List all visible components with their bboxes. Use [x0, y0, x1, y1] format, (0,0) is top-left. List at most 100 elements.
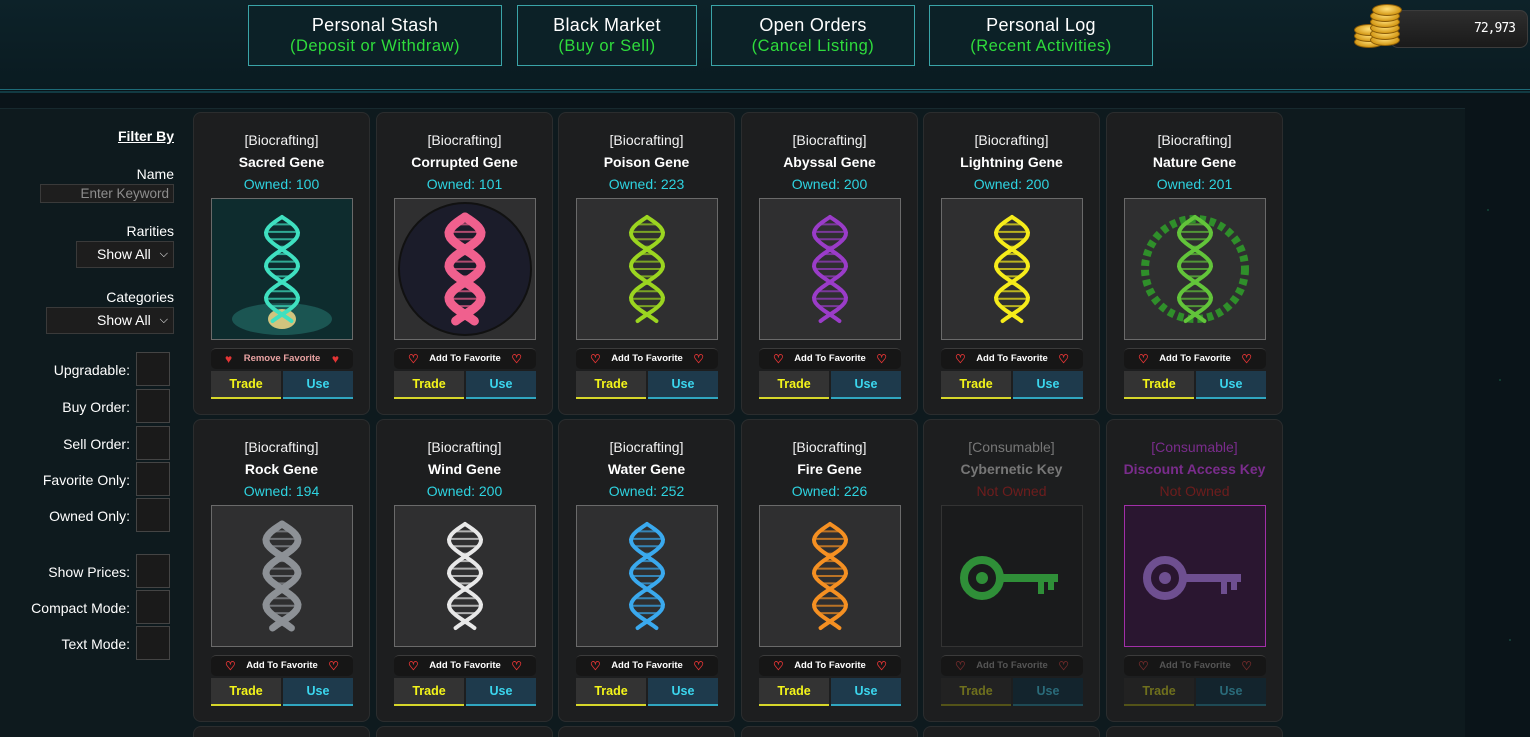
item-actions: Trade Use — [394, 678, 536, 706]
use-button[interactable]: Use — [283, 371, 353, 399]
trade-button[interactable]: Trade — [759, 371, 829, 399]
favorite-label: Add To Favorite — [794, 660, 866, 671]
favorite-toggle-button[interactable]: ♡ Add To Favorite ♡ — [1124, 348, 1266, 369]
item-category: [Biocrafting] — [792, 132, 867, 148]
favorite-toggle-button[interactable]: ♡ Add To Favorite ♡ — [941, 655, 1083, 676]
rarities-select[interactable]: Show All ⌵ — [76, 241, 174, 268]
owned-only-checkbox[interactable] — [136, 498, 170, 532]
compact-mode-checkbox[interactable] — [136, 590, 170, 624]
use-button[interactable]: Use — [466, 371, 536, 399]
item-card: [Biocrafting] Corrupted Gene Owned: 101 ♡ Ad… — [376, 112, 553, 415]
categories-select[interactable]: Show All ⌵ — [46, 307, 174, 334]
filter-sidebar: Filter By Name Rarities Show All ⌵ Categ… — [0, 108, 190, 737]
item-owned-count: Owned: 200 — [426, 483, 503, 499]
item-actions: Trade Use — [576, 371, 718, 399]
nav-open-orders-button[interactable]: Open Orders (Cancel Listing) — [711, 5, 915, 66]
favorite-label: Add To Favorite — [976, 353, 1048, 364]
favorite-toggle-button[interactable]: ♡ Add To Favorite ♡ — [211, 655, 353, 676]
item-card: [Biocrafting] Wind Gene Owned: 200 ♡ Add To … — [376, 419, 553, 722]
use-button[interactable]: Use — [831, 678, 901, 706]
heart-icon: ♡ — [693, 659, 704, 673]
item-category: [Biocrafting] — [244, 132, 319, 148]
trade-button[interactable]: Trade — [1124, 371, 1194, 399]
text-mode-checkbox[interactable] — [136, 626, 170, 660]
filter-title: Filter By — [117, 128, 174, 144]
text-mode-filter: Text Mode: — [0, 626, 172, 660]
item-card — [558, 726, 735, 737]
heart-icon: ♥ — [331, 352, 339, 366]
favorite-toggle-button[interactable]: ♡ Add To Favorite ♡ — [759, 655, 901, 676]
favorite-toggle-button[interactable]: ♡ Add To Favorite ♡ — [576, 348, 718, 369]
use-button[interactable]: Use — [648, 678, 718, 706]
item-owned-count: Owned: 201 — [1156, 176, 1233, 192]
favorite-toggle-button[interactable]: ♡ Add To Favorite ♡ — [1124, 655, 1266, 676]
buy-order-checkbox[interactable] — [136, 389, 170, 423]
heart-icon: ♡ — [511, 659, 522, 673]
trade-button[interactable]: Trade — [941, 678, 1011, 706]
favorite-toggle-button[interactable]: ♡ Add To Favorite ♡ — [394, 348, 536, 369]
favorite-label: Add To Favorite — [429, 660, 501, 671]
trade-button[interactable]: Trade — [1124, 678, 1194, 706]
heart-icon: ♡ — [408, 659, 419, 673]
heart-icon: ♡ — [1138, 659, 1149, 673]
favorite-label: Add To Favorite — [794, 353, 866, 364]
use-button[interactable]: Use — [1013, 371, 1083, 399]
favorite-toggle-button[interactable]: ♥ Remove Favorite ♥ — [211, 348, 353, 369]
item-actions: Trade Use — [1124, 678, 1266, 706]
nav-personal-stash-button[interactable]: Personal Stash (Deposit or Withdraw) — [248, 5, 502, 66]
favorite-only-filter: Favorite Only: — [0, 462, 172, 496]
favorite-label: Add To Favorite — [1159, 353, 1231, 364]
item-name: Abyssal Gene — [783, 154, 876, 170]
checkbox-label: Favorite Only: — [42, 472, 130, 488]
cybernetic-key-icon — [941, 505, 1083, 647]
nav-title: Open Orders — [759, 15, 867, 35]
favorite-toggle-button[interactable]: ♡ Add To Favorite ♡ — [941, 348, 1083, 369]
favorite-toggle-button[interactable]: ♡ Add To Favorite ♡ — [576, 655, 718, 676]
use-button[interactable]: Use — [831, 371, 901, 399]
coin-stack-icon — [1352, 4, 1402, 52]
use-button[interactable]: Use — [283, 678, 353, 706]
trade-button[interactable]: Trade — [759, 678, 829, 706]
trade-button[interactable]: Trade — [211, 371, 281, 399]
item-name: Discount Access Key — [1123, 461, 1266, 477]
favorite-toggle-button[interactable]: ♡ Add To Favorite ♡ — [394, 655, 536, 676]
nav-personal-log-button[interactable]: Personal Log (Recent Activities) — [929, 5, 1153, 66]
categories-label: Categories — [106, 289, 174, 305]
use-button[interactable]: Use — [1196, 678, 1266, 706]
upgradable-checkbox[interactable] — [136, 352, 170, 386]
trade-button[interactable]: Trade — [576, 371, 646, 399]
use-button[interactable]: Use — [1013, 678, 1083, 706]
use-button[interactable]: Use — [466, 678, 536, 706]
trade-button[interactable]: Trade — [941, 371, 1011, 399]
heart-icon: ♡ — [955, 659, 966, 673]
trade-button[interactable]: Trade — [394, 678, 464, 706]
fire-gene-icon — [759, 505, 901, 647]
chevron-down-icon: ⌵ — [159, 314, 168, 326]
owned-only-filter: Owned Only: — [0, 498, 172, 532]
item-card: [Biocrafting] Poison Gene Owned: 223 ♡ Add T… — [558, 112, 735, 415]
nav-black-market-button[interactable]: Black Market (Buy or Sell) — [517, 5, 697, 66]
item-card: [Consumable] Discount Access Key Not Owned… — [1106, 419, 1283, 722]
favorite-only-checkbox[interactable] — [136, 462, 170, 496]
item-card — [1106, 726, 1283, 737]
checkbox-label: Sell Order: — [63, 436, 130, 452]
sell-order-checkbox[interactable] — [136, 426, 170, 460]
item-owned-count: Not Owned — [1159, 483, 1230, 499]
keyword-search-input[interactable] — [40, 184, 174, 203]
trade-button[interactable]: Trade — [211, 678, 281, 706]
item-category: [Biocrafting] — [427, 132, 502, 148]
poison-gene-icon — [576, 198, 718, 340]
item-category: [Biocrafting] — [974, 132, 1049, 148]
trade-button[interactable]: Trade — [576, 678, 646, 706]
corrupted-gene-icon — [394, 198, 536, 340]
checkbox-label: Show Prices: — [48, 564, 130, 580]
trade-button[interactable]: Trade — [394, 371, 464, 399]
wallet: 72,973 — [1352, 4, 1528, 52]
buy-order-filter: Buy Order: — [0, 389, 172, 423]
use-button[interactable]: Use — [1196, 371, 1266, 399]
show-prices-checkbox[interactable] — [136, 554, 170, 588]
favorite-label: Add To Favorite — [1159, 660, 1231, 671]
use-button[interactable]: Use — [648, 371, 718, 399]
favorite-toggle-button[interactable]: ♡ Add To Favorite ♡ — [759, 348, 901, 369]
heart-icon: ♡ — [876, 352, 887, 366]
